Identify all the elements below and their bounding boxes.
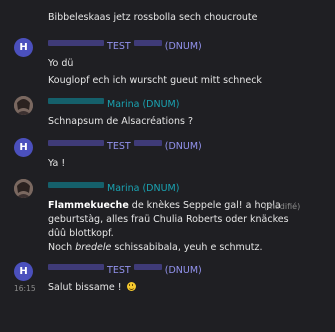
bold-text: Flammekueche	[48, 200, 129, 211]
redacted-name-bar	[133, 40, 162, 46]
sender-name[interactable]: TEST (DNUM)	[48, 140, 202, 153]
message-body: Noch bredele schissabibala, yeuh e schmu…	[48, 241, 263, 254]
sender-name[interactable]: Marina (DNUM)	[48, 98, 179, 111]
message-text: Noch	[48, 242, 76, 253]
redacted-name-bar	[133, 140, 162, 146]
edited-label[interactable]: (modifié)	[264, 200, 300, 213]
sender-name-text: Marina (DNUM)	[107, 183, 180, 194]
avatar[interactable]	[14, 96, 33, 115]
redacted-name-bar	[48, 182, 104, 188]
sender-suffix: (DNUM)	[164, 141, 202, 152]
redacted-name-bar	[48, 264, 104, 270]
redacted-name-bar	[48, 140, 104, 146]
avatar[interactable]: H	[14, 262, 33, 281]
sender-name-text: TEST	[107, 141, 131, 152]
redacted-name-bar	[48, 40, 104, 46]
avatar[interactable]: H	[14, 138, 33, 157]
sender-name-text: TEST	[107, 41, 131, 52]
message-text: schissabibala, yeuh e schmutz.	[111, 242, 263, 253]
redacted-name-bar	[133, 264, 162, 270]
avatar[interactable]: H	[14, 38, 33, 57]
message-body: Salut bissame !	[48, 281, 136, 294]
message-body: Schnapsum de Alsacréations ?	[48, 116, 193, 127]
message-body: Bibbeleskaas jetz rossbolla sech choucro…	[48, 12, 258, 23]
message-body: geburtstàg, alles fraü Chulia Roberts od…	[48, 214, 289, 225]
sender-name[interactable]: TEST (DNUM)	[48, 264, 202, 277]
message-body: Ya !	[48, 158, 66, 169]
sender-name[interactable]: TEST (DNUM)	[48, 40, 202, 53]
sender-name[interactable]: Marina (DNUM)	[48, 182, 179, 195]
message-text: Salut bissame !	[48, 282, 122, 293]
message-body: Yo dü	[48, 58, 74, 69]
sender-name-text: Marina (DNUM)	[107, 99, 180, 110]
redacted-name-bar	[48, 98, 104, 104]
message-body: Flammekueche de knèkes Seppele gal! a ho…	[48, 199, 281, 212]
grinning-face-icon	[126, 282, 136, 291]
message-timeline: Bibbeleskaas jetz rossbolla sech choucro…	[0, 0, 335, 332]
sender-suffix: (DNUM)	[164, 265, 202, 276]
user-photo-icon	[14, 179, 33, 198]
message-text: de knèkes Seppele gal! a hopla	[128, 200, 281, 211]
message-body: Kouglopf ech ich wurscht gueut mitt schn…	[48, 75, 262, 86]
message-timestamp[interactable]: 16:15	[14, 282, 36, 295]
message-body: dûû blottkopf.	[48, 228, 114, 239]
avatar[interactable]	[14, 179, 33, 198]
user-photo-icon	[14, 96, 33, 115]
italic-text: bredele	[75, 242, 112, 253]
sender-suffix: (DNUM)	[164, 41, 202, 52]
sender-name-text: TEST	[107, 265, 131, 276]
